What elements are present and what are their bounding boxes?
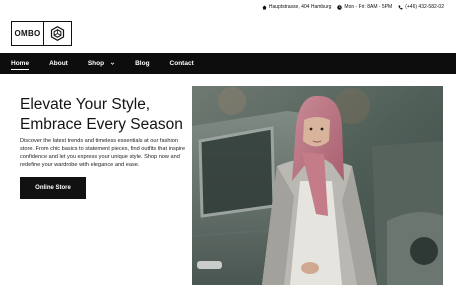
main-navigation: Home About Shop Blog Contact — [0, 53, 456, 74]
nav-blog[interactable]: Blog — [135, 60, 149, 67]
clock-icon — [337, 4, 343, 10]
hero-title-line-1: Elevate Your Style, — [20, 96, 151, 113]
nav-blog-label: Blog — [135, 60, 150, 67]
nav-home-label: Home — [11, 60, 30, 67]
nav-shop[interactable]: Shop — [88, 60, 115, 67]
logo-wordmark: OMBO — [11, 21, 44, 46]
chevron-down-icon — [110, 62, 115, 65]
hero-image — [192, 86, 443, 285]
phone-info[interactable]: (+46) 432-582-02 — [398, 4, 444, 10]
phone-text: (+46) 432-582-02 — [405, 4, 444, 10]
top-info-bar: Hauptstrasse, 404 Hamburg Mon - Fri: 8AM… — [0, 0, 456, 14]
online-store-button[interactable]: Online Store — [20, 177, 86, 199]
nav-shop-label: Shop — [87, 60, 105, 67]
header: OMBO — [0, 14, 456, 53]
hero-title: Elevate Your Style, Embrace Every Season — [20, 95, 195, 135]
hours-text: Mon - Fri: 8AM - 5PM — [344, 4, 393, 10]
hours-info: Mon - Fri: 8AM - 5PM — [337, 4, 392, 10]
nav-contact[interactable]: Contact — [170, 60, 194, 67]
hero-title-line-2: Embrace Every Season — [20, 116, 183, 133]
nav-home[interactable]: Home — [11, 60, 30, 70]
address-text: Hauptstrasse, 404 Hamburg — [268, 4, 332, 10]
nav-about-label: About — [49, 60, 68, 67]
address-info: Hauptstrasse, 404 Hamburg — [262, 4, 332, 10]
hero-section: Elevate Your Style, Embrace Every Season… — [0, 74, 192, 285]
logo-hexagon-icon — [44, 21, 72, 46]
site-logo[interactable]: OMBO — [11, 21, 72, 46]
hero-description: Discover the latest trends and timeless … — [20, 138, 186, 168]
home-icon — [262, 5, 267, 9]
nav-about[interactable]: About — [49, 60, 68, 67]
phone-icon — [398, 5, 403, 10]
nav-contact-label: Contact — [169, 60, 194, 67]
